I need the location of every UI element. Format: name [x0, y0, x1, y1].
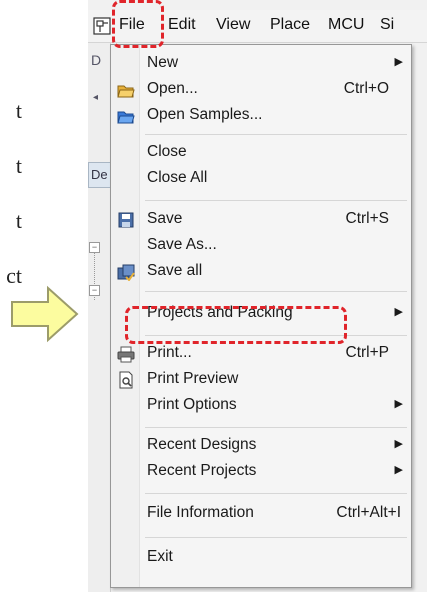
doc-text-fragment-1: t [15, 98, 22, 123]
submenu-arrow-icon: ▶ [394, 56, 403, 68]
app-top-control[interactable]: D [91, 52, 101, 68]
menu-item-save[interactable]: Save Ctrl+S [111, 207, 411, 233]
printer-icon [117, 346, 135, 363]
menu-separator [145, 134, 407, 135]
menu-file[interactable]: File [119, 16, 145, 34]
menu-simulate[interactable]: Si [380, 16, 394, 34]
save-all-icon [117, 264, 135, 281]
menu-item-projects-and-packing[interactable]: Projects and Packing ▶ [111, 301, 411, 327]
submenu-arrow-icon: ▶ [394, 438, 403, 450]
menu-edit[interactable]: Edit [168, 16, 196, 34]
menu-place[interactable]: Place [270, 16, 310, 34]
app-back-arrow-icon[interactable]: ◂ [93, 92, 98, 103]
menu-item-close-all[interactable]: Close All [111, 166, 411, 192]
menu-item-open[interactable]: Open... Ctrl+O [111, 77, 411, 103]
menu-item-exit[interactable]: Exit [111, 545, 411, 571]
menu-item-save-as[interactable]: Save As... [111, 233, 411, 259]
menu-item-save-all[interactable]: Save all [111, 259, 411, 285]
menu-separator [145, 200, 407, 201]
tree-collapse-icon[interactable]: − [89, 285, 100, 296]
menu-separator [145, 493, 407, 494]
menu-item-print[interactable]: Print... Ctrl+P [111, 341, 411, 367]
app-icon [93, 17, 111, 35]
open-folder-icon [117, 85, 135, 98]
tree-collapse-icon[interactable]: − [89, 242, 100, 253]
app-side-panel [88, 42, 111, 592]
menu-item-open-samples[interactable]: Open Samples... [111, 103, 411, 129]
menu-separator [145, 537, 407, 538]
submenu-arrow-icon: ▶ [394, 306, 403, 318]
file-menu-dropdown: New ▶ Open... Ctrl+O Open Samples... Clo… [110, 44, 412, 588]
menu-item-recent-designs[interactable]: Recent Designs ▶ [111, 433, 411, 459]
menu-separator [145, 335, 407, 336]
save-icon [118, 212, 134, 228]
menu-item-close[interactable]: Close [111, 140, 411, 166]
menu-separator [145, 291, 407, 292]
menu-view[interactable]: View [216, 16, 250, 34]
menu-mcu[interactable]: MCU [328, 16, 364, 34]
print-preview-icon [119, 371, 133, 389]
menu-item-new[interactable]: New ▶ [111, 51, 411, 77]
menu-separator [145, 427, 407, 428]
submenu-arrow-icon: ▶ [394, 464, 403, 476]
submenu-arrow-icon: ▶ [394, 398, 403, 410]
menu-item-print-options[interactable]: Print Options ▶ [111, 393, 411, 419]
doc-text-fragment-3: t [15, 208, 22, 233]
menu-item-recent-projects[interactable]: Recent Projects ▶ [111, 459, 411, 485]
menubar: File Edit View Place MCU Si [88, 10, 427, 43]
samples-folder-icon [117, 111, 135, 124]
pointer-arrow-icon [11, 285, 79, 343]
doc-text-fragment-2: t [15, 153, 22, 178]
menu-item-print-preview[interactable]: Print Preview [111, 367, 411, 393]
menu-item-file-information[interactable]: File Information Ctrl+Alt+I [111, 501, 411, 527]
design-toolbox-tab[interactable]: De [88, 162, 112, 188]
